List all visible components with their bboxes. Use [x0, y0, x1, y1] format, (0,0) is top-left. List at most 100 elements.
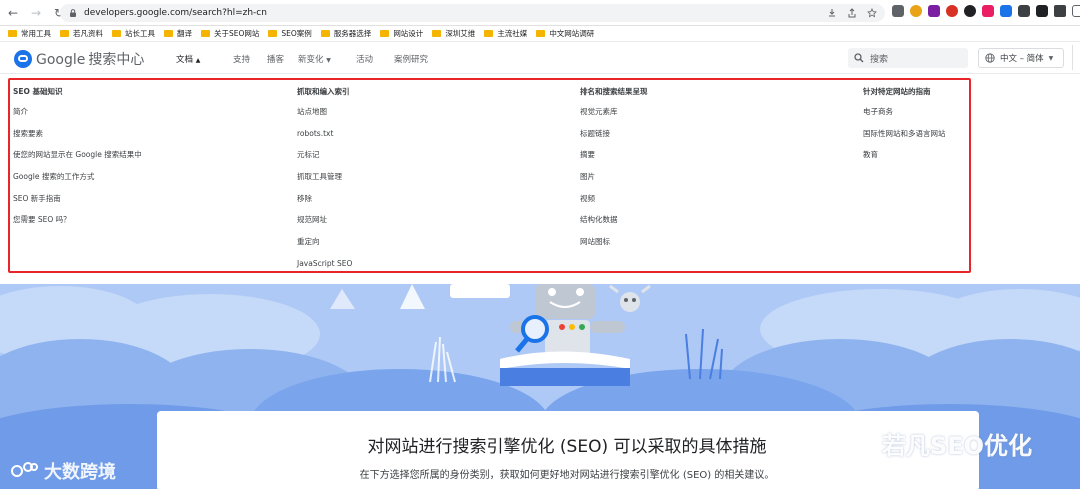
globe-icon [985, 53, 995, 63]
header-edge [1072, 45, 1080, 70]
menu-link[interactable]: 简介 [13, 108, 142, 130]
menu-link[interactable]: 搜索要素 [13, 129, 142, 152]
nav-events[interactable]: 活动 [356, 53, 394, 65]
bookmark-label: 关于SEO网站 [214, 29, 260, 38]
chevron-down-icon: ▼ [326, 57, 331, 64]
menu-link[interactable]: 抓取工具管理 [297, 173, 352, 195]
folder-icon [112, 30, 121, 37]
watermark-logo-icon [11, 462, 38, 477]
menu-link[interactable]: 站点地图 [297, 108, 352, 130]
puzzle-icon[interactable] [1054, 5, 1066, 17]
nav-docs[interactable]: 文档 ▲ [176, 53, 233, 65]
menu-column-crawling: 抓取和编入索引 站点地图 robots.txt 元标记 抓取工具管理 移除 规范… [297, 86, 352, 282]
bookmark-label: 网站设计 [393, 29, 424, 38]
extension-icon[interactable] [892, 5, 904, 17]
menu-link[interactable]: 视频 [580, 194, 648, 217]
nav-label: 新变化 [298, 55, 324, 65]
folder-icon [536, 30, 546, 37]
menu-link[interactable]: 使您的网站显示在 Google 搜索结果中 [13, 151, 142, 173]
folder-icon [432, 30, 442, 37]
language-label: 中文 – 简体 [1000, 54, 1044, 64]
bookmark-folder[interactable]: 网站设计 [380, 28, 423, 39]
bookmark-label: SEO案例 [281, 29, 312, 38]
folder-icon [201, 30, 210, 37]
bookmark-label: 站长工具 [125, 29, 155, 38]
extension-icon[interactable] [910, 5, 922, 17]
bookmark-folder[interactable]: 深圳艾维 [432, 28, 475, 39]
menu-link[interactable]: 规范网址 [297, 216, 352, 238]
folder-icon [60, 30, 69, 37]
menu-link[interactable]: 您需要 SEO 吗？ [13, 216, 142, 238]
language-select[interactable]: 中文 – 简体 ▼ [978, 48, 1064, 68]
bookmark-label: 深圳艾维 [445, 29, 476, 38]
site-header: Google 搜索中心 文档 ▲ 支持 播客 新变化 ▼ 活动 案例研究 搜索 中… [0, 43, 1080, 73]
menu-link[interactable]: Google 搜索的工作方式 [13, 173, 142, 195]
bookmark-folder[interactable]: 翻译 [164, 28, 192, 39]
menu-link[interactable]: 图片 [580, 173, 648, 195]
menu-link[interactable]: 元标记 [297, 151, 352, 173]
extension-icon[interactable] [946, 5, 958, 17]
menu-link[interactable]: 重定向 [297, 238, 352, 260]
nav-support[interactable]: 支持 [233, 53, 263, 65]
extension-icon[interactable] [964, 5, 976, 17]
highlight-box [8, 78, 971, 273]
nav-case-studies[interactable]: 案例研究 [394, 53, 428, 65]
nav-whats-new[interactable]: 新变化 ▼ [298, 53, 354, 65]
menu-link[interactable]: 移除 [297, 194, 352, 217]
back-icon[interactable]: ← [3, 3, 23, 23]
sidebar-icon[interactable] [1072, 5, 1080, 17]
bookmark-star-icon[interactable] [867, 8, 877, 18]
menu-link[interactable]: 标题链接 [580, 129, 648, 152]
logo-google: Google [36, 52, 86, 68]
site-logo[interactable]: Google 搜索中心 [14, 49, 144, 69]
menu-link[interactable]: 网站图标 [580, 238, 648, 260]
extension-icon[interactable] [1000, 5, 1012, 17]
search-central-logo-icon [14, 50, 32, 68]
menu-column-heading: SEO 基础知识 [13, 87, 63, 96]
extension-icon[interactable] [928, 5, 940, 17]
folder-icon [164, 30, 173, 37]
bookmark-folder[interactable]: 中文网站调研 [536, 28, 594, 39]
extension-icon[interactable] [1018, 5, 1030, 17]
folder-icon [380, 30, 390, 37]
watermark-right: 若凡SEO优化 [838, 426, 1032, 461]
menu-link[interactable]: 视觉元素库 [580, 108, 648, 130]
menu-link[interactable]: 摘要 [580, 151, 648, 173]
extension-icon[interactable] [1036, 5, 1048, 17]
bookmark-folder[interactable]: 站长工具 [112, 28, 155, 39]
bookmark-folder[interactable]: 关于SEO网站 [201, 28, 259, 39]
extension-icon[interactable] [982, 5, 994, 17]
bookmark-folder[interactable]: 主流社媒 [484, 28, 527, 39]
folder-icon [320, 30, 330, 37]
menu-column-ranking: 排名和搜索结果呈现 视觉元素库 标题链接 摘要 图片 视频 结构化数据 网站图标 [580, 86, 648, 260]
bookmark-folder[interactable]: 常用工具 [8, 28, 51, 39]
bookmark-label: 主流社媒 [497, 29, 528, 38]
caret-down-icon: ▼ [1048, 54, 1054, 62]
menu-link[interactable]: 结构化数据 [580, 216, 648, 238]
watermark-right-text: 若凡SEO优化 [882, 432, 1033, 460]
lock-icon [70, 9, 76, 17]
share-icon[interactable] [847, 8, 857, 18]
chevron-up-icon: ▲ [195, 57, 201, 64]
menu-link[interactable]: SEO 新手指南 [13, 194, 142, 217]
menu-link[interactable]: robots.txt [297, 129, 352, 152]
search-input[interactable]: 搜索 [848, 48, 968, 68]
download-icon[interactable] [827, 8, 837, 18]
menu-link[interactable]: 电子商务 [863, 108, 946, 130]
url-text: developers.google.com/search?hl=zh-cn [84, 8, 267, 18]
extensions-area [892, 5, 1080, 17]
forward-icon[interactable]: → [26, 3, 46, 23]
bookmark-folder[interactable]: 服务器选择 [320, 28, 372, 39]
bookmark-folder[interactable]: 若凡资料 [60, 28, 103, 39]
bookmark-label: 翻译 [177, 29, 192, 38]
folder-icon [484, 30, 494, 37]
bookmark-folder[interactable]: SEO案例 [268, 28, 312, 39]
address-bar[interactable]: developers.google.com/search?hl=zh-cn [60, 4, 885, 22]
menu-link[interactable]: JavaScript SEO [297, 259, 352, 282]
search-icon [854, 53, 864, 63]
logo-text: Google 搜索中心 [36, 49, 144, 69]
menu-link[interactable]: 教育 [863, 151, 946, 173]
menu-column-heading: 排名和搜索结果呈现 [580, 87, 648, 96]
menu-link[interactable]: 国际性网站和多语言网站 [863, 129, 946, 152]
bookmark-label: 服务器选择 [333, 29, 372, 38]
